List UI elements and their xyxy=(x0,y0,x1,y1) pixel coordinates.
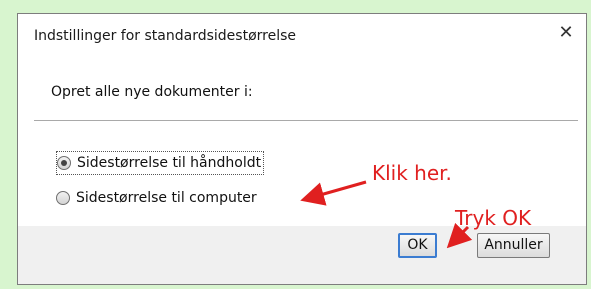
title-bar: Indstillinger for standardsidestørrelse … xyxy=(18,14,586,59)
radio-unselected-icon[interactable] xyxy=(56,191,70,205)
option-computer-label: Sidestørrelse til computer xyxy=(76,190,257,206)
close-icon[interactable]: ✕ xyxy=(556,23,576,43)
option-handheld-size[interactable]: Sidestørrelse til håndholdt xyxy=(56,151,265,175)
divider xyxy=(34,120,578,121)
radio-selected-icon[interactable] xyxy=(57,156,71,170)
annotation-click-here: Klik her. xyxy=(372,161,452,185)
option-computer-size[interactable]: Sidestørrelse til computer xyxy=(56,187,257,209)
dialog-prompt: Opret alle nye dokumenter i: xyxy=(51,84,253,100)
option-handheld-label: Sidestørrelse til håndholdt xyxy=(77,155,262,171)
cancel-button[interactable]: Annuller xyxy=(477,233,550,258)
ok-button[interactable]: OK xyxy=(398,233,437,258)
dialog-title: Indstillinger for standardsidestørrelse xyxy=(34,28,297,44)
annotation-press-ok: Tryk OK xyxy=(455,206,532,230)
